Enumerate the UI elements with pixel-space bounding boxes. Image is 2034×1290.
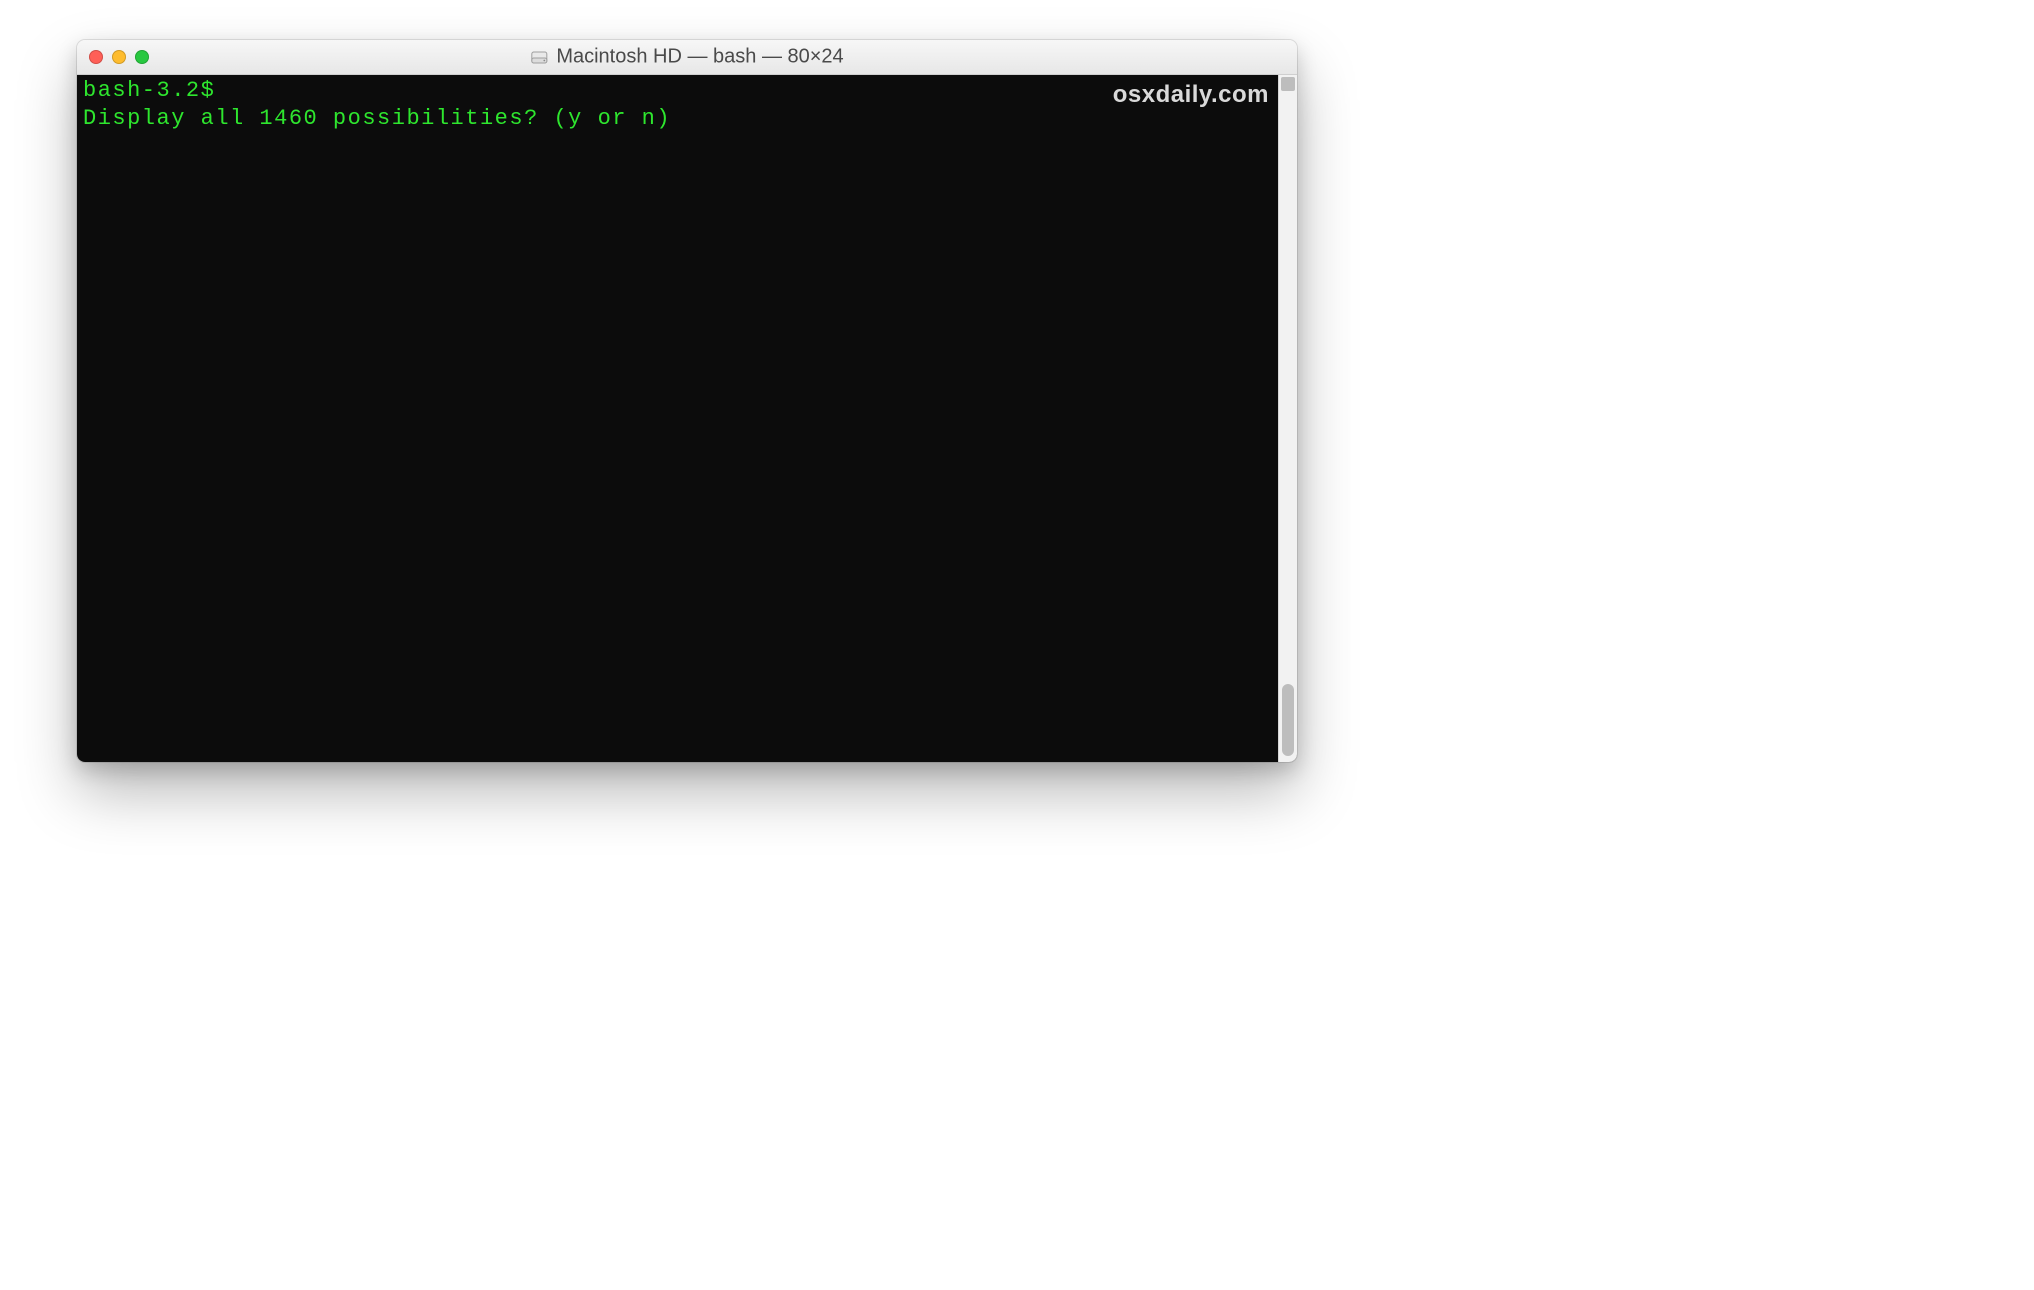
scrollbar-top-knob[interactable]: [1281, 77, 1295, 91]
window-title: Macintosh HD — bash — 80×24: [556, 46, 843, 69]
minimize-button[interactable]: [112, 50, 126, 64]
terminal-output[interactable]: bash-3.2$ Display all 1460 possibilities…: [77, 75, 1297, 762]
vertical-scrollbar[interactable]: [1278, 75, 1297, 762]
terminal-lines: bash-3.2$ Display all 1460 possibilities…: [83, 77, 1273, 133]
watermark-text: osxdaily.com: [1113, 81, 1269, 109]
zoom-button[interactable]: [135, 50, 149, 64]
close-button[interactable]: [89, 50, 103, 64]
drive-icon: [530, 48, 548, 66]
window-title-group: Macintosh HD — bash — 80×24: [530, 46, 843, 69]
terminal-message: Display all 1460 possibilities? (y or n): [83, 106, 671, 131]
scrollbar-thumb[interactable]: [1282, 684, 1294, 756]
terminal-prompt: bash-3.2$: [83, 78, 215, 103]
terminal-window: Macintosh HD — bash — 80×24 bash-3.2$ Di…: [77, 40, 1297, 762]
traffic-lights: [89, 50, 149, 64]
titlebar[interactable]: Macintosh HD — bash — 80×24: [77, 40, 1297, 75]
